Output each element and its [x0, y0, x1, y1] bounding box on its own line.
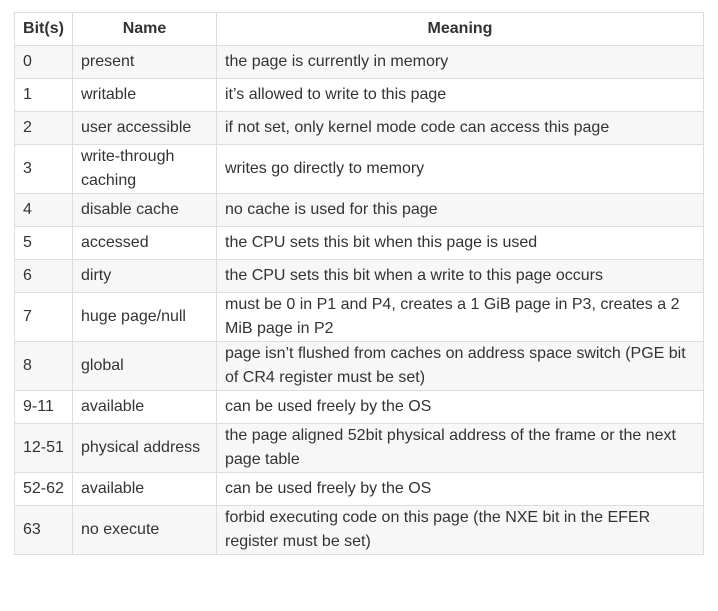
- cell-name: writable: [72, 78, 217, 112]
- cell-meaning: it’s allowed to write to this page: [216, 78, 704, 112]
- table-header-row: Bit(s) Name Meaning: [14, 12, 704, 46]
- cell-name: dirty: [72, 259, 217, 293]
- table-row: 63 no execute forbid executing code on t…: [14, 505, 704, 555]
- cell-bits: 8: [14, 341, 73, 391]
- cell-bits: 4: [14, 193, 73, 227]
- cell-name: global: [72, 341, 217, 391]
- cell-bits: 12-51: [14, 423, 73, 473]
- table-row: 5 accessed the CPU sets this bit when th…: [14, 226, 704, 260]
- cell-bits: 1: [14, 78, 73, 112]
- cell-bits: 0: [14, 45, 73, 79]
- cell-meaning: writes go directly to memory: [216, 144, 704, 194]
- cell-bits: 5: [14, 226, 73, 260]
- cell-bits: 9-11: [14, 390, 73, 424]
- cell-name: write-through caching: [72, 144, 217, 194]
- cell-bits: 52-62: [14, 472, 73, 506]
- table-row: 7 huge page/null must be 0 in P1 and P4,…: [14, 292, 704, 342]
- cell-meaning: the page aligned 52bit physical address …: [216, 423, 704, 473]
- cell-name: disable cache: [72, 193, 217, 227]
- table-row: 9-11 available can be used freely by the…: [14, 390, 704, 424]
- page-table-entry-flags: Bit(s) Name Meaning 0 present the page i…: [14, 12, 704, 555]
- table-row: 3 write-through caching writes go direct…: [14, 144, 704, 194]
- table-row: 1 writable it’s allowed to write to this…: [14, 78, 704, 112]
- cell-meaning: can be used freely by the OS: [216, 472, 704, 506]
- flags-table: Bit(s) Name Meaning 0 present the page i…: [14, 12, 704, 555]
- table-row: 8 global page isn’t flushed from caches …: [14, 341, 704, 391]
- cell-bits: 63: [14, 505, 73, 555]
- cell-name: user accessible: [72, 111, 217, 145]
- cell-meaning: must be 0 in P1 and P4, creates a 1 GiB …: [216, 292, 704, 342]
- table-row: 2 user accessible if not set, only kerne…: [14, 111, 704, 145]
- table-row: 52-62 available can be used freely by th…: [14, 472, 704, 506]
- cell-meaning: the CPU sets this bit when this page is …: [216, 226, 704, 260]
- cell-name: present: [72, 45, 217, 79]
- cell-meaning: page isn’t flushed from caches on addres…: [216, 341, 704, 391]
- cell-meaning: if not set, only kernel mode code can ac…: [216, 111, 704, 145]
- cell-name: available: [72, 390, 217, 424]
- cell-meaning: the page is currently in memory: [216, 45, 704, 79]
- cell-meaning: can be used freely by the OS: [216, 390, 704, 424]
- cell-meaning: forbid executing code on this page (the …: [216, 505, 704, 555]
- cell-name: accessed: [72, 226, 217, 260]
- table-row: 4 disable cache no cache is used for thi…: [14, 193, 704, 227]
- header-meaning: Meaning: [216, 12, 704, 46]
- table-row: 0 present the page is currently in memor…: [14, 45, 704, 79]
- table-row: 6 dirty the CPU sets this bit when a wri…: [14, 259, 704, 293]
- cell-name: huge page/null: [72, 292, 217, 342]
- cell-bits: 2: [14, 111, 73, 145]
- cell-meaning: no cache is used for this page: [216, 193, 704, 227]
- header-name: Name: [72, 12, 217, 46]
- cell-bits: 6: [14, 259, 73, 293]
- cell-name: physical address: [72, 423, 217, 473]
- cell-meaning: the CPU sets this bit when a write to th…: [216, 259, 704, 293]
- cell-name: no execute: [72, 505, 217, 555]
- cell-bits: 3: [14, 144, 73, 194]
- cell-name: available: [72, 472, 217, 506]
- header-bits: Bit(s): [14, 12, 73, 46]
- table-row: 12-51 physical address the page aligned …: [14, 423, 704, 473]
- cell-bits: 7: [14, 292, 73, 342]
